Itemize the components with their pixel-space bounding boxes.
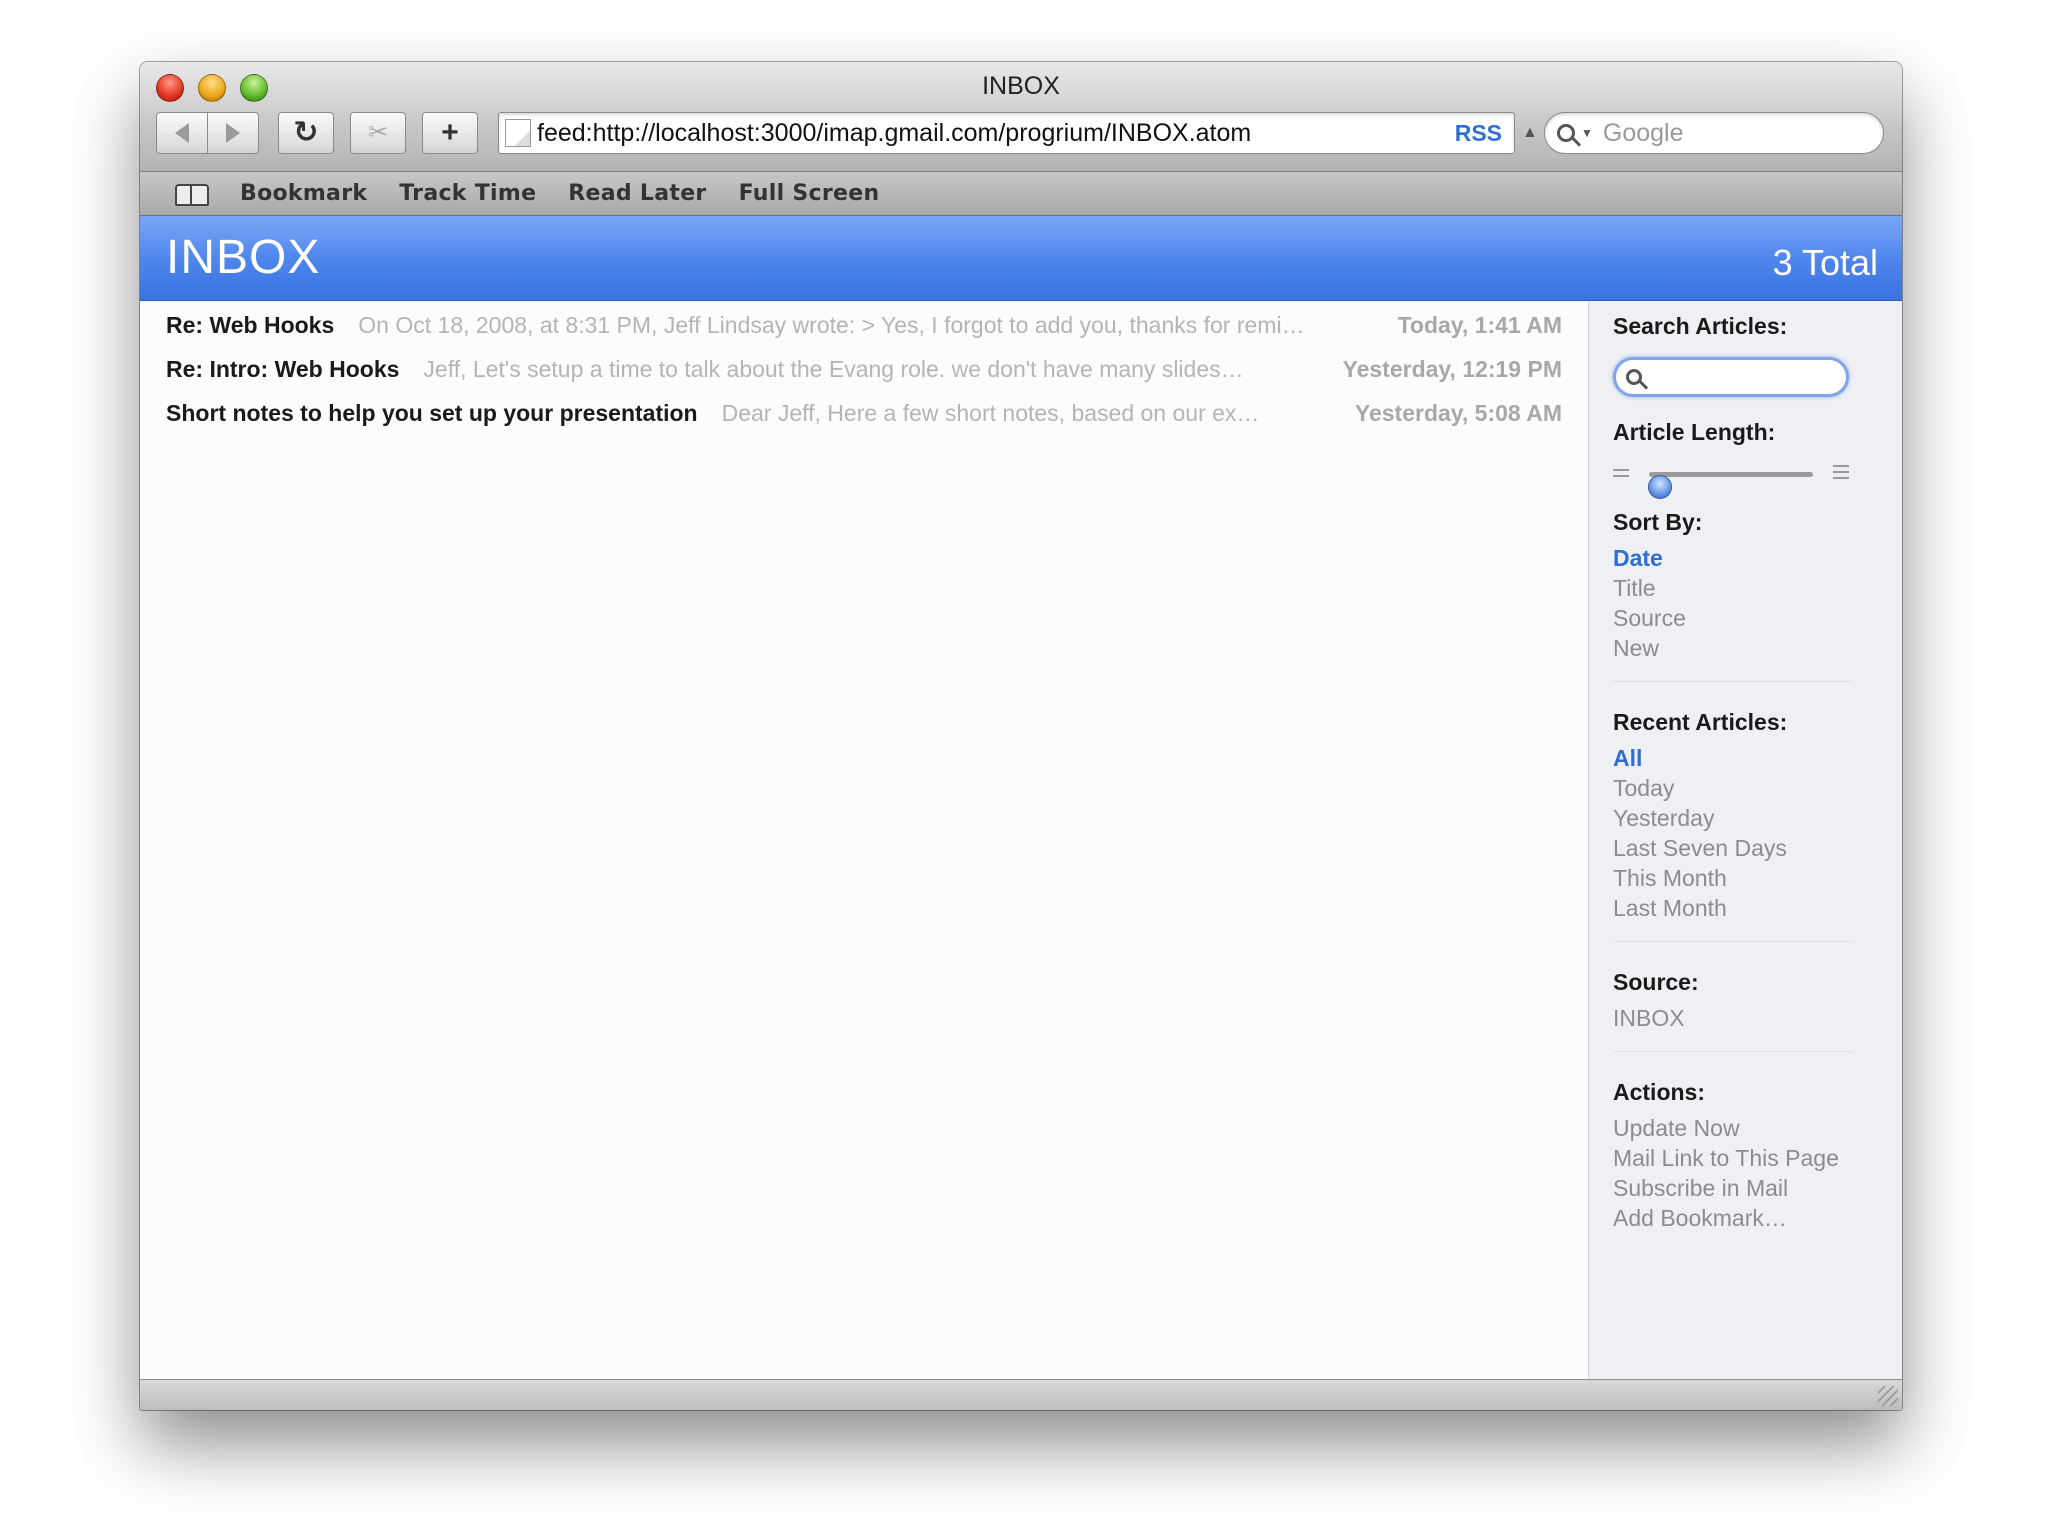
bookmark-item[interactable]: Full Screen <box>739 181 880 206</box>
bookmark-item[interactable]: Bookmark <box>240 181 367 206</box>
rss-button[interactable]: RSS <box>1455 120 1502 147</box>
recent-option-this-month[interactable]: This Month <box>1613 865 1727 892</box>
divider <box>1613 681 1853 682</box>
slider-track[interactable] <box>1648 472 1813 499</box>
recent-option-yesterday[interactable]: Yesterday <box>1613 805 1714 832</box>
feed-title: INBOX <box>166 231 321 284</box>
article-row[interactable]: Re: Web Hooks On Oct 18, 2008, at 8:31 P… <box>166 305 1562 345</box>
sort-option-source[interactable]: Source <box>1613 605 1686 632</box>
article-row[interactable]: Re: Intro: Web Hooks Jeff, Let's setup a… <box>166 349 1562 389</box>
bookmarks-book-icon[interactable] <box>174 182 210 206</box>
add-icon: + <box>441 116 459 149</box>
sort-option-new[interactable]: New <box>1613 635 1659 662</box>
long-length-icon <box>1833 465 1849 479</box>
snip-button[interactable]: ✂ <box>350 112 406 154</box>
action-mail-link[interactable]: Mail Link to This Page <box>1613 1145 1839 1172</box>
forward-icon <box>226 123 240 143</box>
action-update-now[interactable]: Update Now <box>1613 1115 1740 1142</box>
resize-grip-icon[interactable] <box>1878 1386 1898 1406</box>
browser-window: INBOX ↻ ✂ + feed:http://localhost:3000/i… <box>140 62 1902 1410</box>
slider-knob[interactable] <box>1648 475 1673 499</box>
recent-option-today[interactable]: Today <box>1613 775 1674 802</box>
chevron-down-icon[interactable]: ▼ <box>1581 126 1593 140</box>
recent-option-last-month[interactable]: Last Month <box>1613 895 1727 922</box>
divider <box>1613 1051 1853 1052</box>
add-bookmark-button[interactable]: + <box>422 112 478 154</box>
feed-header: INBOX 3 Total <box>140 216 1902 301</box>
sort-by-heading: Sort By: <box>1613 509 1703 535</box>
bookmarks-bar: Bookmark Track Time Read Later Full Scre… <box>140 172 1902 216</box>
search-icon <box>1626 369 1642 385</box>
address-dropdown-icon[interactable]: ▲ <box>1522 124 1538 142</box>
article-snippet: Dear Jeff, Here a few short notes, based… <box>721 399 1260 426</box>
article-date: Yesterday, 12:19 PM <box>1342 355 1562 382</box>
recent-articles-heading: Recent Articles: <box>1613 709 1788 735</box>
bookmark-item[interactable]: Read Later <box>568 181 706 206</box>
sort-option-title[interactable]: Title <box>1613 575 1656 602</box>
recent-option-last-seven-days[interactable]: Last Seven Days <box>1613 835 1787 862</box>
article-snippet: Jeff, Let's setup a time to talk about t… <box>423 355 1244 382</box>
divider <box>1613 941 1853 942</box>
action-add-bookmark[interactable]: Add Bookmark… <box>1613 1205 1787 1232</box>
article-total-count: 3 Total <box>1772 242 1878 283</box>
sort-option-date[interactable]: Date <box>1613 545 1663 572</box>
search-icon <box>1557 124 1575 142</box>
article-title[interactable]: Re: Intro: Web Hooks <box>166 356 399 383</box>
action-subscribe-in-mail[interactable]: Subscribe in Mail <box>1613 1175 1788 1202</box>
article-length-slider[interactable] <box>1613 459 1853 499</box>
title-bar: INBOX ↻ ✂ + feed:http://localhost:3000/i… <box>140 62 1902 172</box>
article-list: Re: Web Hooks On Oct 18, 2008, at 8:31 P… <box>140 301 1588 1379</box>
page-icon <box>505 119 531 147</box>
address-input[interactable]: feed:http://localhost:3000/imap.gmail.co… <box>537 119 1455 148</box>
reload-icon: ↻ <box>293 116 319 149</box>
article-date: Yesterday, 5:08 AM <box>1354 399 1562 426</box>
source-heading: Source: <box>1613 969 1699 995</box>
article-row[interactable]: Short notes to help you set up your pres… <box>166 393 1562 433</box>
search-articles-heading: Search Articles: <box>1613 313 1788 339</box>
article-snippet: On Oct 18, 2008, at 8:31 PM, Jeff Lindsa… <box>358 311 1305 338</box>
recent-option-all[interactable]: All <box>1613 745 1642 772</box>
actions-heading: Actions: <box>1613 1079 1705 1105</box>
source-option-inbox[interactable]: INBOX <box>1613 1005 1685 1032</box>
article-title[interactable]: Re: Web Hooks <box>166 312 334 339</box>
window-title: INBOX <box>982 72 1060 100</box>
reload-button[interactable]: ↻ <box>278 112 334 154</box>
sidebar: Search Articles: Article Length: Sort By… <box>1588 301 1902 1379</box>
search-articles-field[interactable] <box>1613 357 1849 397</box>
short-length-icon <box>1613 469 1629 477</box>
web-search-input[interactable]: Google <box>1603 119 1684 148</box>
back-icon <box>175 123 189 143</box>
article-length-heading: Article Length: <box>1613 419 1776 445</box>
forward-button[interactable] <box>207 112 259 154</box>
status-bar <box>140 1379 1902 1410</box>
back-button[interactable] <box>156 112 208 154</box>
article-title[interactable]: Short notes to help you set up your pres… <box>166 400 698 427</box>
snip-icon: ✂ <box>367 119 389 146</box>
web-search-field[interactable]: ▼ Google <box>1544 112 1884 154</box>
bookmark-item[interactable]: Track Time <box>399 181 536 206</box>
address-bar[interactable]: feed:http://localhost:3000/imap.gmail.co… <box>498 112 1515 154</box>
article-date: Today, 1:41 AM <box>1397 311 1562 338</box>
